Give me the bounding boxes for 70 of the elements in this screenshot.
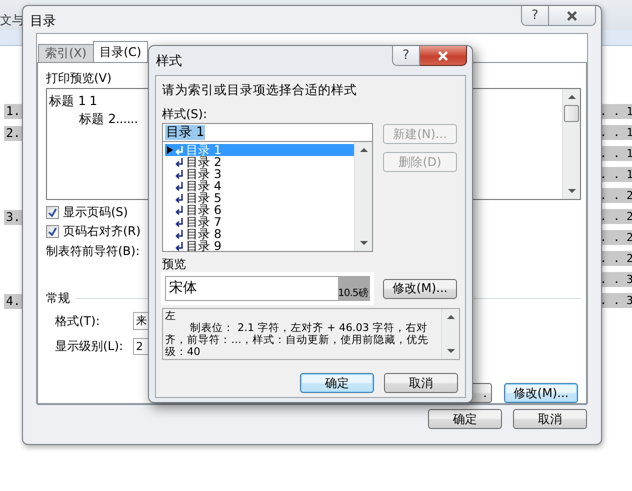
preview-heading: 标题 1 1 (49, 92, 98, 110)
close-icon (437, 50, 449, 60)
instruction-text: 请为索引或目录项选择合适的样式 (162, 83, 358, 97)
list-number: 3. (4, 210, 22, 225)
field-label: 预览 (162, 257, 187, 271)
help-button[interactable]: ? (521, 6, 549, 26)
modify-button[interactable]: 修改(M)... (504, 383, 578, 403)
page-number: . . 3 (600, 272, 632, 287)
list-item[interactable]: 目录 6 (165, 204, 354, 216)
field-label: 制表符前导符(B): (46, 244, 140, 258)
return-arrow-icon (175, 146, 184, 154)
page-number: . . 2 (600, 209, 632, 224)
cancel-button[interactable]: 取消 (384, 373, 458, 393)
scrollbar[interactable] (354, 142, 372, 251)
font-size: 10.5磅 (338, 276, 370, 301)
selected-text: 目录 1 (165, 125, 206, 140)
check-icon (48, 208, 57, 216)
page-number: . . 2 (600, 230, 632, 245)
list-item[interactable]: 目录 3 (165, 168, 354, 180)
return-arrow-icon (175, 170, 184, 178)
ok-button[interactable]: 确定 (300, 373, 374, 393)
cancel-button[interactable]: 取消 (513, 409, 587, 429)
page-number: . . 2 (600, 188, 632, 203)
return-arrow-icon (175, 218, 184, 226)
close-button[interactable] (549, 6, 596, 26)
tab[interactable]: 目录(C) (92, 41, 148, 62)
list-number: 4. (4, 294, 22, 309)
tab[interactable]: 索引(X) (38, 44, 94, 62)
return-arrow-icon (175, 242, 184, 250)
help-button[interactable]: ? (392, 46, 420, 66)
return-arrow-icon (175, 206, 184, 214)
description-text: 制表位： 2.1 字符，左对齐 + 46.03 字符，右对齐，前导符：…，样式：自动更新，使用前隐藏，优先级：40 (165, 322, 430, 358)
list-number: 2. (4, 126, 22, 141)
return-arrow-icon (175, 158, 184, 166)
list-number: 1. (4, 104, 22, 119)
check-icon (48, 226, 57, 236)
return-arrow-icon (175, 182, 184, 190)
font-name: 宋体 (168, 279, 198, 298)
list-item[interactable]: 目录 2 (165, 156, 354, 168)
description-text: 左 (165, 310, 177, 322)
preview-heading: 标题 2...... (79, 110, 138, 128)
field-label: 格式(T): (55, 314, 101, 328)
style-name-field[interactable]: 目录 1 (162, 123, 373, 142)
checkbox-label: 页码右对齐(R) (63, 224, 141, 238)
list-item[interactable]: 目录 9 (165, 240, 354, 252)
window-title: 目录 (30, 13, 56, 30)
modify-button[interactable]: 修改(M)... (383, 278, 457, 298)
window-title: 样式 (156, 53, 182, 70)
section-heading: 常规 (46, 291, 70, 305)
checkbox[interactable] (46, 224, 59, 238)
pointer-icon (167, 146, 173, 154)
field-label: 打印预览(V) (46, 71, 112, 85)
close-button[interactable] (420, 46, 467, 66)
page-number: . . 2 (600, 251, 632, 266)
field-label: 样式(S): (162, 107, 208, 121)
list-item[interactable]: 目录 7 (165, 216, 354, 228)
page-number: . . 3 (600, 293, 632, 308)
return-arrow-icon (175, 194, 184, 202)
list-item[interactable]: 目录 5 (165, 192, 354, 204)
scrollbar[interactable] (441, 309, 459, 359)
style-list[interactable]: 目录 1 目录 2 目录 3 目录 4 目录 5 目录 6 目录 7 目录 8 目录 9 (162, 142, 373, 252)
scrollbar[interactable] (562, 89, 580, 199)
list-item[interactable]: 目录 4 (165, 180, 354, 192)
close-icon (566, 10, 578, 20)
checkbox-label: 显示页码(S) (63, 205, 128, 219)
ok-button[interactable]: 确定 (428, 409, 502, 429)
checkbox[interactable] (46, 206, 59, 218)
return-arrow-icon (175, 230, 184, 238)
field-label: 显示级别(L): (55, 339, 124, 353)
list-item[interactable]: 目录 8 (165, 228, 354, 240)
